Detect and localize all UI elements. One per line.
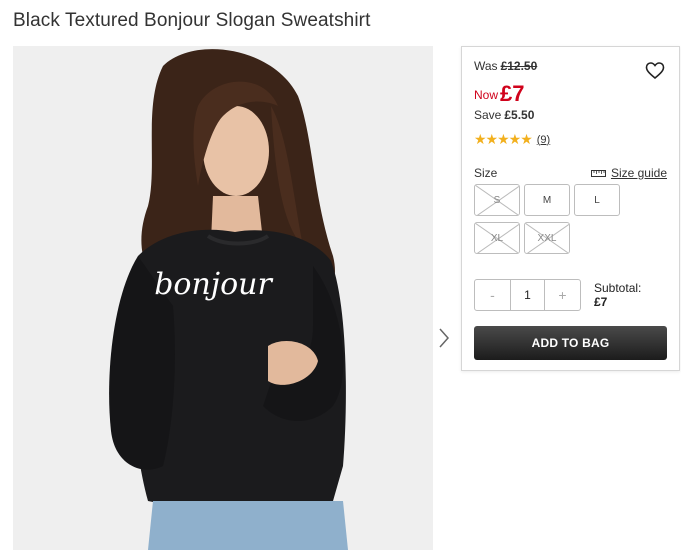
now-price: £7 bbox=[500, 81, 525, 106]
size-option-xl[interactable]: XL bbox=[474, 222, 520, 254]
quantity-stepper: - 1 + bbox=[474, 279, 581, 311]
bonjour-print: bonjour bbox=[154, 267, 273, 302]
purchase-panel: Was £12.50 Now£7 Save £5.50 ★★★★★ (9) Size… bbox=[461, 46, 680, 371]
size-option-m[interactable]: M bbox=[524, 184, 570, 216]
subtotal-label: Subtotal: bbox=[594, 281, 642, 295]
size-option-label: XXL bbox=[537, 232, 557, 244]
ruler-icon bbox=[590, 169, 606, 177]
size-option-l[interactable]: L bbox=[574, 184, 620, 216]
product-image[interactable]: bonjour bbox=[13, 46, 433, 550]
save-amount: £5.50 bbox=[504, 108, 535, 122]
size-guide-label: Size guide bbox=[610, 166, 667, 180]
heart-icon bbox=[645, 62, 665, 80]
size-option-label: S bbox=[493, 194, 501, 206]
subtotal: Subtotal: £7 bbox=[594, 281, 641, 309]
save-row: Save £5.50 bbox=[474, 108, 534, 122]
size-guide-link[interactable]: Size guide bbox=[590, 166, 667, 180]
size-option-label: M bbox=[542, 194, 552, 206]
page-title: Black Textured Bonjour Slogan Sweatshirt bbox=[13, 10, 371, 31]
rating: ★★★★★ (9) bbox=[474, 131, 550, 148]
size-option-label: L bbox=[594, 194, 600, 206]
quantity-increase-button[interactable]: + bbox=[545, 280, 580, 310]
subtotal-value: £7 bbox=[594, 295, 608, 309]
review-count-link[interactable]: (9) bbox=[537, 134, 550, 146]
size-option-label: XL bbox=[490, 232, 504, 244]
was-label: Was bbox=[474, 59, 498, 73]
size-option-xxl[interactable]: XXL bbox=[524, 222, 570, 254]
star-rating-icon: ★★★★★ bbox=[474, 131, 533, 147]
now-label: Now bbox=[474, 88, 499, 102]
was-price: £12.50 bbox=[500, 59, 538, 73]
next-image-arrow[interactable] bbox=[437, 327, 451, 349]
size-option-s[interactable]: S bbox=[474, 184, 520, 216]
quantity-input[interactable]: 1 bbox=[510, 280, 545, 310]
quantity-decrease-button[interactable]: - bbox=[475, 280, 510, 310]
now-price-row: Now£7 bbox=[474, 79, 525, 106]
was-price-row: Was £12.50 bbox=[474, 59, 537, 73]
wishlist-button[interactable] bbox=[645, 61, 665, 81]
add-to-bag-button[interactable]: ADD TO BAG bbox=[474, 326, 667, 360]
chevron-right-icon bbox=[439, 328, 450, 348]
size-label: Size bbox=[474, 166, 498, 180]
save-label: Save bbox=[474, 108, 502, 122]
